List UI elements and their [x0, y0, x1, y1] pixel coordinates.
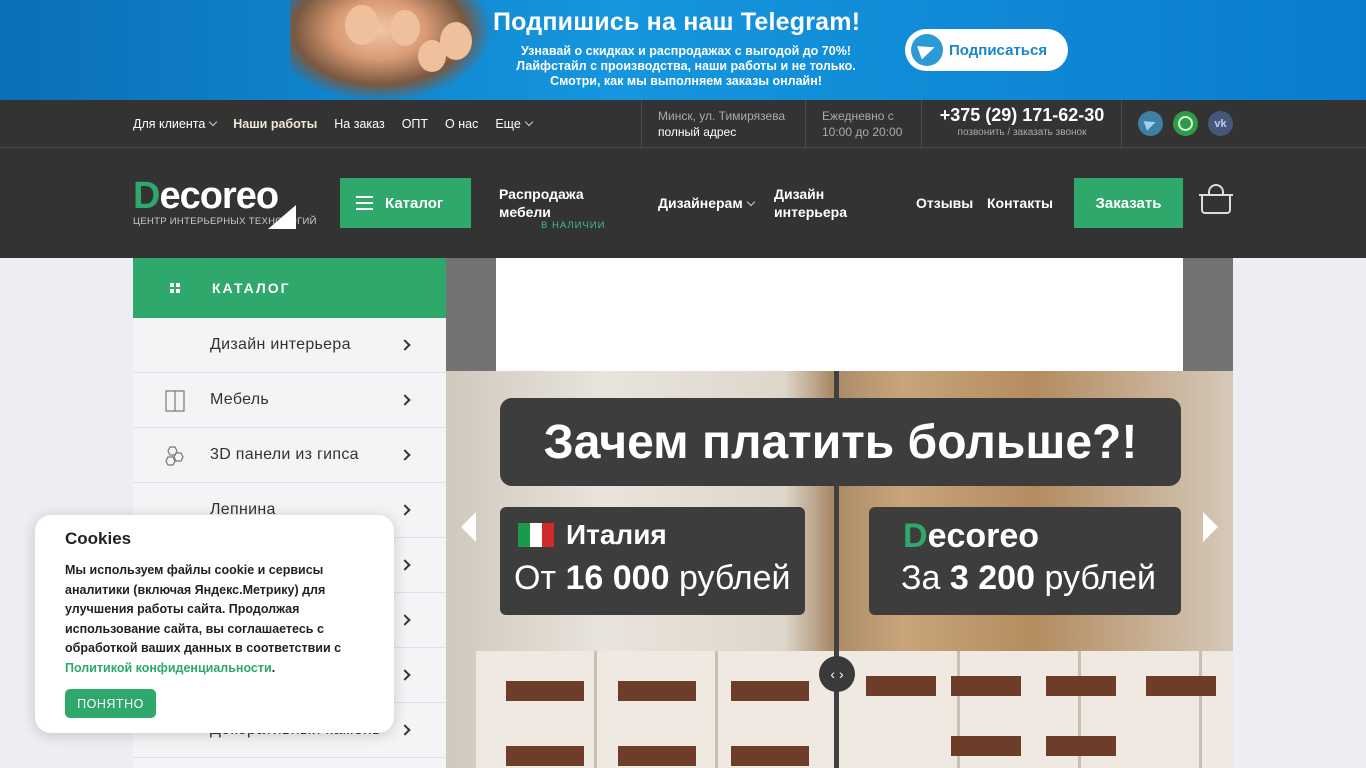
basket-icon[interactable]	[1199, 184, 1233, 216]
slide-blank-area	[496, 258, 1183, 371]
cookie-consent-popup: Cookies Мы используем файлы cookie и сер…	[35, 515, 394, 733]
slider-prev-arrow[interactable]	[461, 512, 476, 542]
chevron-right-icon	[399, 724, 411, 736]
top-nav: Для клиента Наши работы На заказ ОПТ О н…	[133, 100, 534, 148]
nav-more[interactable]: Еще	[495, 117, 534, 131]
vk-icon[interactable]: vk	[1208, 111, 1233, 136]
catalog-sidebar-header: КАТАЛОГ	[133, 258, 446, 318]
cookie-text: Мы используем файлы cookie и сервисы ана…	[65, 563, 342, 675]
slide-image: Зачем платить больше?! Италия От 16 000 …	[446, 371, 1233, 768]
working-hours: Ежедневно с 10:00 до 20:00	[822, 109, 903, 139]
chevron-right-icon	[399, 559, 411, 571]
nav-custom[interactable]: На заказ	[334, 117, 384, 131]
privacy-policy-link[interactable]: Политикой конфиденциальности	[65, 661, 272, 675]
chevron-right-icon	[399, 394, 411, 406]
sidebar-item-3d-panels[interactable]: 3D панели из гипса	[133, 428, 446, 483]
divider	[1121, 100, 1122, 148]
main-header: Decoreo ЦЕНТР ИНТЕРЬЕРНЫХ ТЕХНОЛОГИЙ Кат…	[0, 148, 1366, 258]
chevron-down-icon	[524, 117, 534, 127]
top-bar: Для клиента Наши работы На заказ ОПТ О н…	[0, 100, 1366, 148]
chevron-down-icon	[746, 197, 755, 207]
nav-for-client[interactable]: Для клиента	[133, 117, 218, 131]
nav-contacts[interactable]: Контакты	[987, 194, 1053, 212]
sidebar-item-furniture[interactable]: Мебель	[133, 373, 446, 428]
decoreo-price-card: Decoreo За 3 200 рублей	[869, 507, 1181, 615]
cookie-accept-button[interactable]: ПОНЯТНО	[65, 689, 156, 718]
chevron-right-icon	[399, 504, 411, 516]
grid-icon	[170, 283, 180, 293]
slide-headline: Зачем платить больше?!	[500, 398, 1181, 486]
nav-our-works[interactable]: Наши работы	[233, 117, 317, 131]
subscribe-button[interactable]: Подписаться	[905, 29, 1068, 71]
wardrobe-icon	[165, 390, 185, 412]
nav-wholesale[interactable]: ОПТ	[402, 117, 428, 131]
phone-block[interactable]: +375 (29) 171-62-30 позвонить / заказать…	[922, 105, 1122, 138]
chevron-right-icon	[399, 614, 411, 626]
telegram-icon	[911, 34, 943, 66]
chevron-right-icon	[399, 669, 411, 681]
telegram-promo-banner[interactable]: Подпишись на наш Telegram! Узнавай о ски…	[0, 0, 1366, 100]
cookie-title: Cookies	[65, 529, 132, 548]
list-icon	[356, 196, 373, 210]
nav-reviews[interactable]: Отзывы	[916, 194, 973, 212]
chevron-right-icon	[399, 449, 411, 461]
nav-designers[interactable]: Дизайнерам	[658, 194, 755, 212]
chevron-right-icon	[399, 339, 411, 351]
compare-handle-icon[interactable]: ‹ ›	[819, 656, 855, 692]
phone-number[interactable]: +375 (29) 171-62-30	[922, 105, 1122, 126]
family-photo	[290, 0, 490, 100]
sidebar-item-interior-design[interactable]: Дизайн интерьера	[133, 318, 446, 373]
in-stock-note: В НАЛИЧИИ	[541, 220, 606, 231]
address[interactable]: Минск, ул. Тимирязева полный адрес	[658, 108, 785, 140]
promo-subtitle: Узнавай о скидках и распродажах с выгодо…	[516, 44, 856, 88]
logo[interactable]: Decoreo ЦЕНТР ИНТЕРЬЕРНЫХ ТЕХНОЛОГИЙ	[133, 177, 316, 229]
catalog-button[interactable]: Каталог	[340, 178, 471, 228]
whatsapp-icon[interactable]	[1173, 111, 1198, 136]
promo-title: Подпишись на наш Telegram!	[493, 8, 861, 36]
full-address-link[interactable]: полный адрес	[658, 124, 785, 140]
telegram-icon[interactable]	[1138, 111, 1163, 136]
italy-flag-icon	[518, 523, 554, 547]
slider-next-arrow[interactable]	[1203, 512, 1218, 542]
nav-about[interactable]: О нас	[445, 117, 478, 131]
subscribe-label: Подписаться	[949, 41, 1048, 59]
chevron-down-icon	[209, 117, 218, 127]
order-button[interactable]: Заказать	[1074, 178, 1183, 228]
divider	[641, 100, 642, 148]
italy-price-card: Италия От 16 000 рублей	[500, 507, 805, 615]
hero-slider: Зачем платить больше?! Италия От 16 000 …	[446, 258, 1233, 768]
callback-link[interactable]: позвонить / заказать звонок	[922, 127, 1122, 138]
divider	[805, 100, 806, 148]
nav-furniture-sale[interactable]: Распродажа мебели В НАЛИЧИИ	[499, 185, 604, 231]
hexagons-icon	[165, 446, 184, 466]
nav-interior-design[interactable]: Дизайн интерьера	[774, 185, 847, 221]
